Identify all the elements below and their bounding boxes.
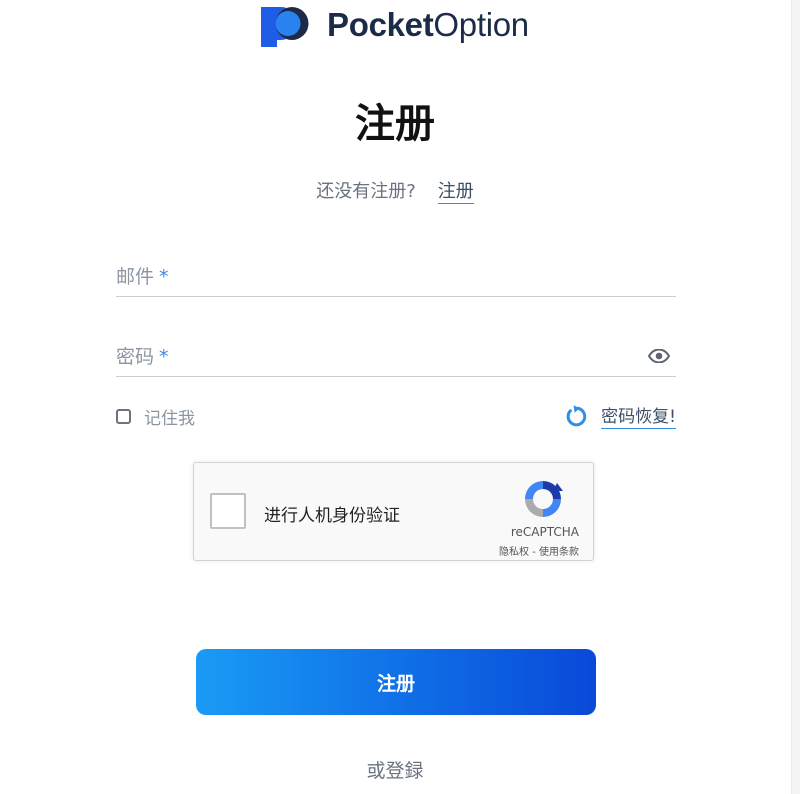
remember-me[interactable]: 记住我 — [116, 404, 195, 429]
recaptcha-logo-icon — [525, 481, 563, 517]
pocketoption-logo-icon — [261, 7, 309, 47]
refresh-icon — [566, 404, 587, 426]
register-link[interactable]: 注册 — [437, 181, 474, 204]
brand-name-light: Option — [433, 6, 529, 43]
password-recovery-link[interactable]: 密码恢复! — [563, 402, 676, 429]
register-button[interactable]: 注册 — [196, 649, 596, 715]
password-input[interactable] — [116, 336, 640, 376]
register-prompt-text: 还没有注册? — [316, 181, 416, 202]
page-title: 注册 — [355, 101, 435, 147]
recaptcha-checkbox[interactable] — [210, 493, 246, 529]
email-input[interactable] — [116, 256, 640, 296]
eye-icon[interactable] — [647, 348, 671, 367]
remember-me-checkbox[interactable] — [116, 409, 131, 424]
brand-name-bold: Pocket — [327, 6, 434, 43]
recaptcha-privacy-terms-links[interactable]: 隐私权 - 使用条款 — [499, 543, 579, 558]
recaptcha-brand: reCAPTCHA — [510, 525, 579, 539]
email-field: 邮件 * — [116, 256, 676, 297]
pocketoption-logo[interactable]: PocketOption — [259, 3, 529, 47]
remember-me-label: 记住我 — [144, 409, 195, 429]
login-link[interactable]: 或登録 — [0, 756, 790, 783]
password-recovery-label: 密码恢复! — [601, 402, 676, 429]
register-prompt: 还没有注册? 注册 — [0, 178, 790, 206]
brand-name: PocketOption — [327, 5, 529, 45]
recaptcha-label: 进行人机身份验证 — [264, 506, 400, 526]
password-field: 密码 * — [116, 336, 676, 377]
scrollbar[interactable] — [791, 0, 800, 794]
recaptcha-widget: 进行人机身份验证 reCAPTCHA 隐私权 - 使用条款 — [193, 462, 594, 561]
